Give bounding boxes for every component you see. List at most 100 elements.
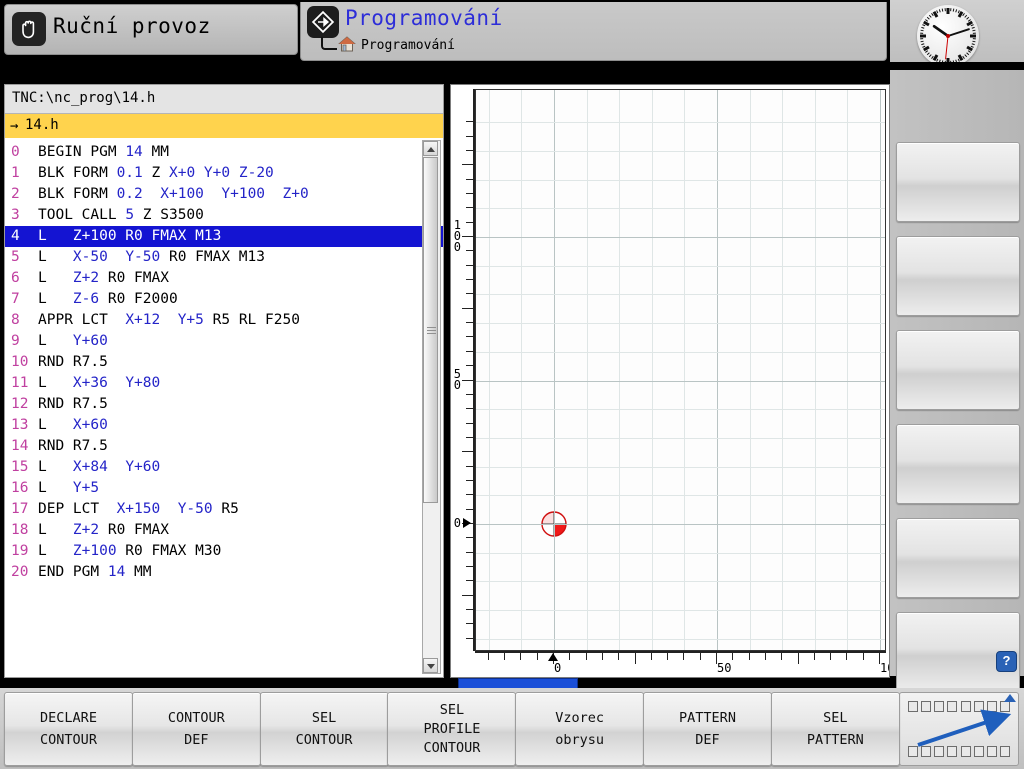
line-number: 3 (11, 207, 20, 223)
grid-line-vertical (554, 90, 555, 650)
softkey-4[interactable]: SEL PROFILE CONTOUR (387, 692, 517, 766)
grid-line-vertical (684, 90, 686, 650)
program-line[interactable]: 6 L Z+2 R0 FMAX (5, 268, 443, 289)
vertical-softkey-2[interactable] (896, 236, 1020, 316)
y-axis-label: 50 (453, 366, 461, 392)
program-line[interactable]: 8 APPR LCT X+12 Y+5 R5 RL F250 (5, 310, 443, 331)
program-line[interactable]: 0 BEGIN PGM 14 MM (5, 142, 443, 163)
vertical-softkey-5[interactable] (896, 518, 1020, 598)
program-line[interactable]: 11 L X+36 Y+80 (5, 373, 443, 394)
y-axis-ruler: 0 50 100 (451, 89, 475, 651)
line-number: 4 (11, 228, 20, 244)
y-axis-tick (466, 436, 473, 438)
program-line[interactable]: 16 L Y+5 (5, 478, 443, 499)
graphics-panel[interactable]: 0 50 100 0 50 100 (450, 84, 890, 678)
line-text: RND R7.5 (38, 438, 108, 454)
y-axis-tick (466, 207, 473, 209)
mode-programming[interactable]: Programování Programování (300, 2, 887, 61)
help-question-icon[interactable]: ? (996, 651, 1017, 672)
softkey-label-line: DEF (695, 732, 720, 748)
x-axis-tick (520, 653, 522, 660)
softkey-label-line: PROFILE (423, 720, 481, 737)
grid-line-vertical (847, 90, 849, 650)
y-axis-tick (466, 178, 473, 180)
grid-line-horizontal (476, 495, 885, 497)
line-text: L X+84 Y+60 (38, 459, 161, 475)
active-file-name: 14.h (25, 117, 59, 133)
arrow-right-icon: → (10, 118, 19, 134)
grid-line-horizontal (476, 409, 885, 411)
line-text: L X+60 (38, 417, 108, 433)
tnc-screen: Ruční provoz Programování Programování T… (0, 0, 1024, 769)
grid-line-horizontal (476, 179, 885, 181)
program-line[interactable]: 18 L Z+2 R0 FMAX (5, 520, 443, 541)
grid-line-vertical (782, 90, 784, 650)
line-number: 14 (11, 438, 29, 454)
line-text: DEP LCT X+150 Y-50 R5 (38, 501, 239, 517)
softkey-1[interactable]: DECLARE CONTOUR (4, 692, 133, 766)
plot-area[interactable] (475, 89, 886, 651)
mode-manual-label: Ruční provoz (53, 14, 211, 38)
softkey-shift-arrow-icon[interactable] (899, 692, 1019, 766)
grid-line-horizontal (476, 237, 885, 238)
vertical-softkey-4[interactable] (896, 424, 1020, 504)
program-line[interactable]: 9 L Y+60 (5, 331, 443, 352)
softkey-5[interactable]: Vzorec obrysu (515, 692, 645, 766)
softkey-label-line: CONTOUR (295, 732, 353, 748)
y-axis-tick (466, 336, 473, 338)
y-origin-marker (463, 518, 471, 528)
x-axis-tick (748, 653, 750, 660)
line-number: 9 (11, 333, 20, 349)
line-text: L Z+2 R0 FMAX (38, 522, 169, 538)
program-code-list[interactable]: 0 BEGIN PGM 14 MM 1 BLK FORM 0.1 Z X+0 Y+0 … (5, 138, 443, 677)
line-number: 11 (11, 375, 29, 391)
grid-line-horizontal (476, 294, 885, 296)
softkey-3[interactable]: SEL CONTOUR (259, 692, 389, 766)
softkey-label-line: DECLARE (40, 710, 97, 726)
softkey-2[interactable]: CONTOUR DEF (131, 692, 261, 766)
x-axis-tick (846, 653, 848, 660)
scroll-up-button[interactable] (423, 141, 438, 156)
grid-line-horizontal (476, 380, 885, 382)
y-axis-tick (466, 537, 473, 539)
softkey-label-line: SEL (311, 710, 337, 726)
x-axis-tick (618, 653, 620, 660)
x-axis-tick (667, 653, 669, 660)
program-scrollbar[interactable] (422, 140, 441, 674)
grid-line-horizontal (476, 122, 885, 124)
tree-connector (321, 37, 337, 50)
x-axis-tick (601, 653, 603, 660)
program-line[interactable]: 13 L X+60 (5, 415, 443, 436)
program-diamond-icon (307, 6, 339, 38)
program-line[interactable]: 10 RND R7.5 (5, 352, 443, 373)
active-file-bar[interactable]: → 14.h (5, 114, 443, 139)
vertical-softkey-column: ? (890, 70, 1024, 692)
program-line[interactable]: 12 RND R7.5 (5, 394, 443, 415)
program-line[interactable]: 2 BLK FORM 0.2 X+100 Y+100 Z+0 (5, 184, 443, 205)
program-line[interactable]: 4 L Z+100 R0 FMAX M13 (5, 226, 443, 247)
softkey-7[interactable]: SEL PATTERN (770, 692, 900, 766)
y-axis-tick (462, 164, 473, 166)
scrollbar-thumb[interactable] (423, 157, 438, 503)
x-origin-marker (548, 653, 558, 661)
program-line[interactable]: 19 L Z+100 R0 FMAX M30 (5, 541, 443, 562)
grid-line-vertical (749, 90, 751, 650)
grid-line-vertical (651, 90, 653, 650)
softkey-6[interactable]: PATTERN DEF (643, 692, 772, 766)
program-line[interactable]: 3 TOOL CALL 5 Z S3500 (5, 205, 443, 226)
program-line[interactable]: 1 BLK FORM 0.1 Z X+0 Y+0 Z-20 (5, 163, 443, 184)
program-line[interactable]: 17 DEP LCT X+150 Y-50 R5 (5, 499, 443, 520)
y-axis-tick (462, 236, 473, 237)
program-line[interactable]: 14 RND R7.5 (5, 436, 443, 457)
x-axis-tick (764, 653, 766, 660)
scroll-down-button[interactable] (423, 658, 438, 673)
program-line[interactable]: 7 L Z-6 R0 F2000 (5, 289, 443, 310)
vertical-softkey-1[interactable] (896, 142, 1020, 222)
program-line[interactable]: 5 L X-50 Y-50 R0 FMAX M13 (5, 247, 443, 268)
program-line[interactable]: 15 L X+84 Y+60 (5, 457, 443, 478)
mode-manual-operation[interactable]: Ruční provoz (4, 4, 298, 55)
vertical-softkey-3[interactable] (896, 330, 1020, 410)
program-line[interactable]: 20 END PGM 14 MM (5, 562, 443, 583)
mode-programming-label: Programování (345, 6, 503, 30)
softkey-label-line: DEF (184, 732, 209, 748)
